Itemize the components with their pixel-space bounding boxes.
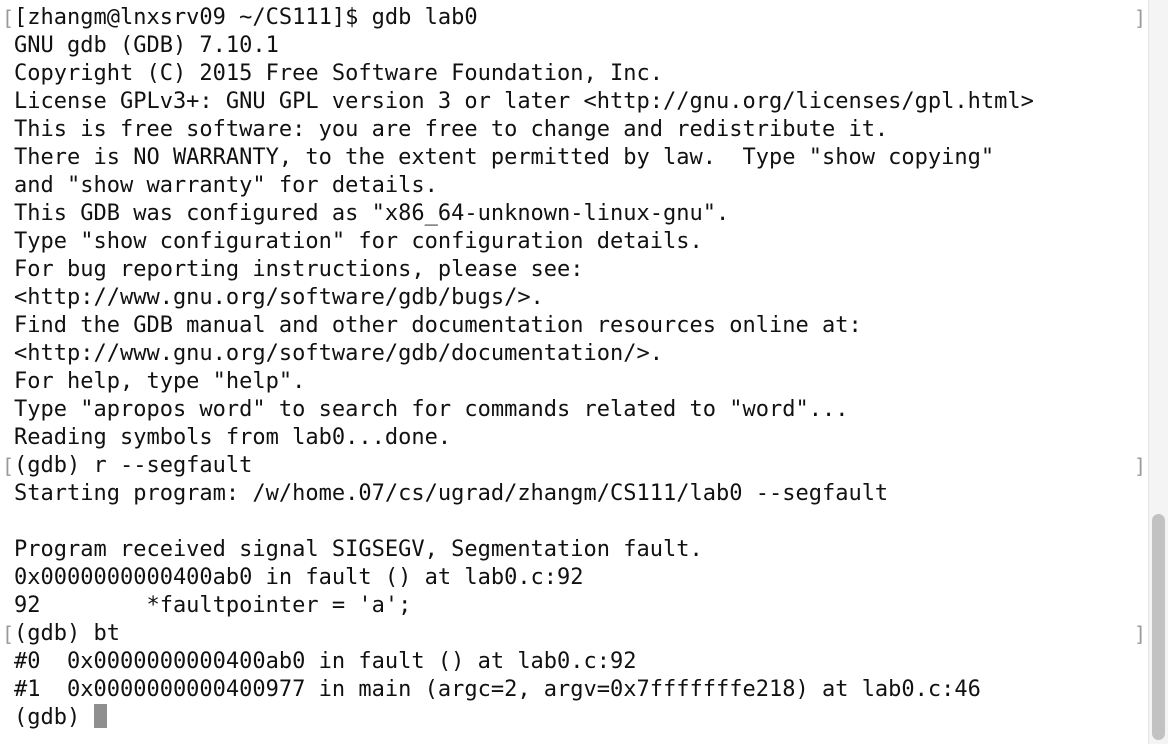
mark-right-bracket: ] [1134, 622, 1147, 646]
mark-left-bracket: [ [2, 622, 15, 646]
terminal-prompt-line[interactable]: (gdb) [14, 704, 1034, 732]
terminal-line: 0x0000000000400ab0 in fault () at lab0.c… [14, 565, 584, 590]
terminal-line: For help, type "help". [14, 369, 306, 394]
terminal-line: <http://www.gnu.org/software/gdb/bugs/>. [14, 285, 544, 310]
terminal-line: There is NO WARRANTY, to the extent perm… [14, 145, 995, 170]
gdb-prompt: (gdb) [14, 705, 94, 730]
mark-left-bracket: [ [2, 454, 15, 478]
terminal-line: Type "show configuration" for configurat… [14, 229, 703, 254]
terminal-line: [zhangm@lnxsrv09 ~/CS111]$ gdb lab0 [14, 5, 478, 30]
terminal-line: 92 *faultpointer = 'a'; [14, 593, 412, 618]
terminal-line: Starting program: /w/home.07/cs/ugrad/zh… [14, 481, 889, 506]
terminal-line: and "show warranty" for details. [14, 173, 438, 198]
terminal-line: <http://www.gnu.org/software/gdb/documen… [14, 341, 664, 366]
terminal-window[interactable]: [zhangm@lnxsrv09 ~/CS111]$ gdb lab0 GNU … [0, 0, 1148, 744]
terminal-line: This is free software: you are free to c… [14, 117, 889, 142]
terminal-line: This GDB was configured as "x86_64-unkno… [14, 201, 730, 226]
mark-left-bracket: [ [2, 6, 15, 30]
scrollbar-thumb[interactable] [1152, 514, 1165, 740]
terminal-line: License GPLv3+: GNU GPL version 3 or lat… [14, 89, 1034, 114]
mark-right-bracket: ] [1134, 6, 1147, 30]
terminal-line: Copyright (C) 2015 Free Software Foundat… [14, 61, 664, 86]
terminal-line: Program received signal SIGSEGV, Segment… [14, 537, 703, 562]
terminal-output: [zhangm@lnxsrv09 ~/CS111]$ gdb lab0 GNU … [14, 4, 1034, 732]
text-cursor [94, 704, 108, 728]
terminal-line: (gdb) bt [14, 621, 120, 646]
mark-right-bracket: ] [1134, 454, 1147, 478]
terminal-line: #0 0x0000000000400ab0 in fault () at lab… [14, 649, 637, 674]
terminal-line: For bug reporting instructions, please s… [14, 257, 584, 282]
terminal-line: Reading symbols from lab0...done. [14, 425, 452, 450]
terminal-line: Find the GDB manual and other documentat… [14, 313, 862, 338]
terminal-line: (gdb) r --segfault [14, 453, 253, 478]
terminal-line: GNU gdb (GDB) 7.10.1 [14, 33, 279, 58]
terminal-line: Type "apropos word" to search for comman… [14, 397, 849, 422]
terminal-line: #1 0x0000000000400977 in main (argc=2, a… [14, 677, 981, 702]
